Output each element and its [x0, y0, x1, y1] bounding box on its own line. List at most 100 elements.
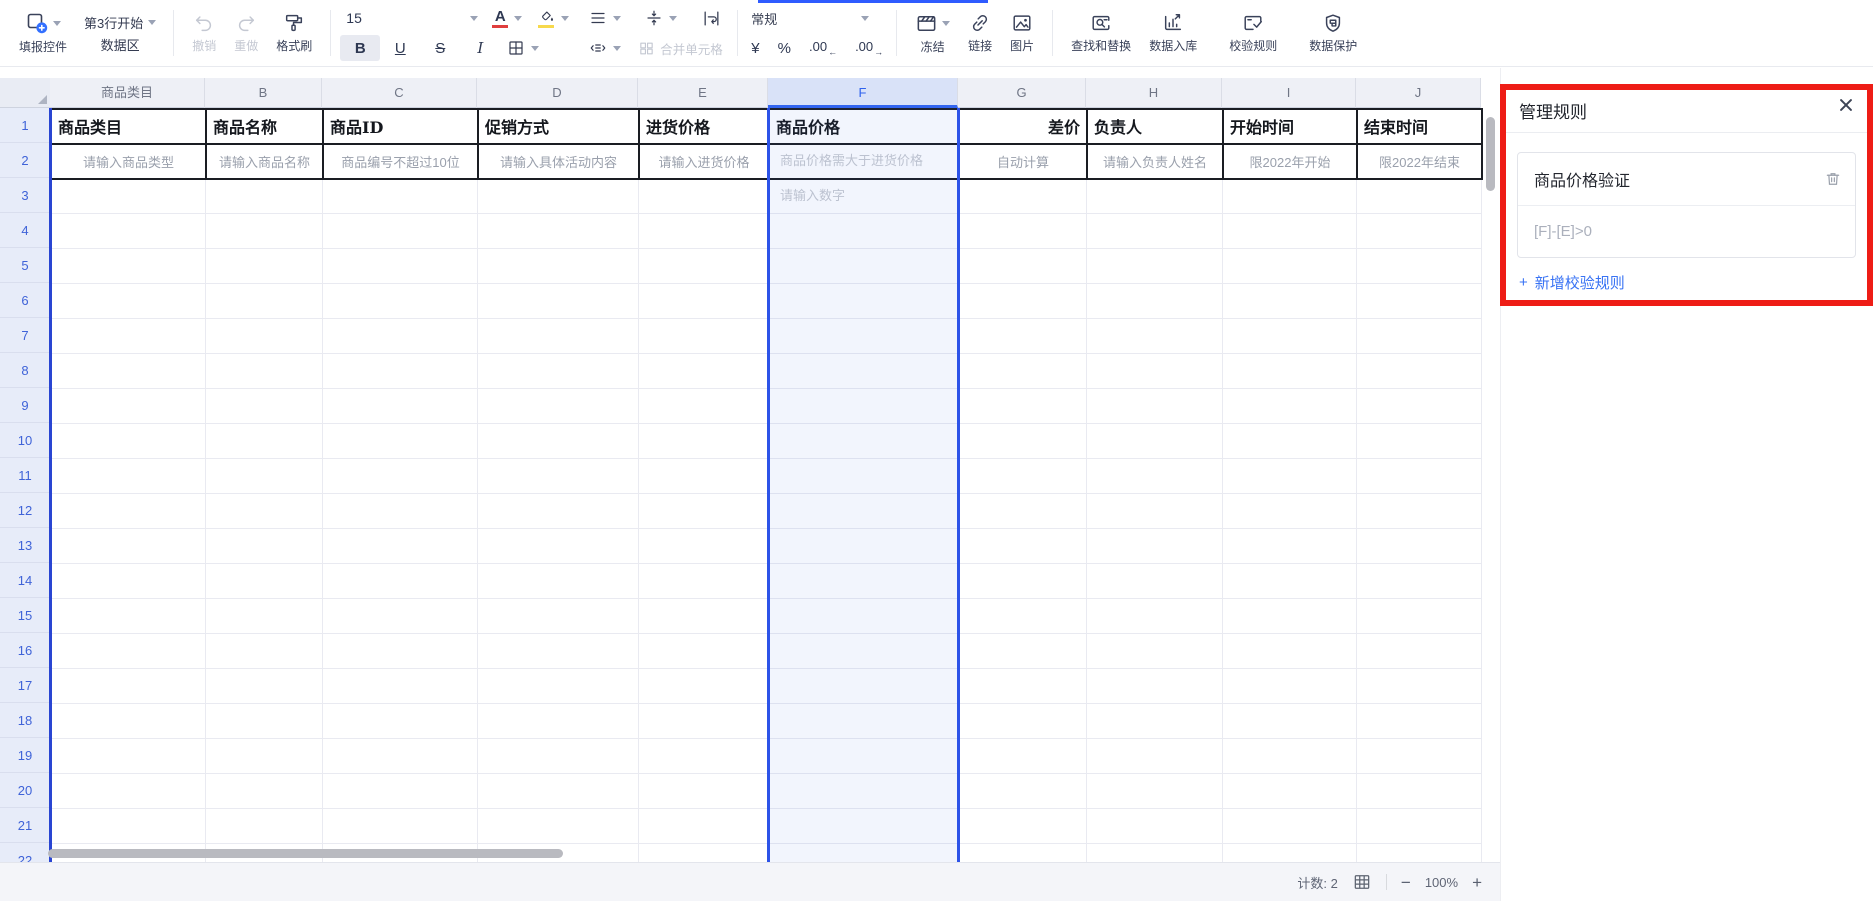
select-all-corner[interactable]	[0, 78, 50, 108]
column-header-2[interactable]: B	[205, 78, 322, 108]
row-header-19[interactable]: 19	[0, 738, 50, 773]
row-header-13[interactable]: 13	[0, 528, 50, 563]
placeholder-cell-row2-col7[interactable]: 自动计算	[958, 143, 1088, 180]
row-header-7[interactable]: 7	[0, 318, 50, 353]
freeze-button[interactable]: 冻结	[906, 12, 959, 55]
zoom-in-button[interactable]: +	[1472, 874, 1482, 891]
header-cell-负责人[interactable]: 负责人	[1086, 108, 1224, 145]
vertical-align-button[interactable]	[638, 5, 684, 31]
percent-button[interactable]: %	[778, 40, 791, 57]
image-button[interactable]: 图片	[1001, 12, 1043, 54]
selected-cell-placeholder[interactable]: 商品价格需大于进货价格	[770, 143, 966, 178]
data-protection-button[interactable]: 数据保护	[1300, 12, 1366, 54]
row-header-6[interactable]: 6	[0, 283, 50, 318]
column-header-9[interactable]: I	[1222, 78, 1356, 108]
horizontal-align-button[interactable]	[582, 5, 628, 31]
column-header-selected-6[interactable]: F	[768, 78, 958, 108]
row-header-18[interactable]: 18	[0, 703, 50, 738]
link-button[interactable]: 链接	[959, 12, 1001, 54]
row-header-22[interactable]: 22	[0, 843, 50, 862]
placeholder-cell-row2-col4[interactable]: 请输入具体活动内容	[477, 143, 640, 180]
italic-button[interactable]: I	[460, 35, 500, 61]
row-header-5[interactable]: 5	[0, 248, 50, 283]
row-header-20[interactable]: 20	[0, 773, 50, 808]
find-replace-button[interactable]: 查找和替换	[1062, 12, 1140, 54]
grid-view-icon[interactable]	[1352, 872, 1372, 892]
underline-button[interactable]: U	[380, 35, 420, 61]
column-header-1[interactable]: 商品类目	[50, 78, 205, 108]
placeholder-cell-row2-col10[interactable]: 限2022年结束	[1356, 143, 1483, 180]
header-cell-差价[interactable]: 差价	[958, 108, 1088, 145]
data-zone-dropdown[interactable]: 第3行开始 数据区	[76, 13, 164, 54]
number-format-dropdown[interactable]: 常规	[747, 9, 873, 28]
placeholder-cell-row2-col1[interactable]: 请输入商品类型	[50, 143, 207, 180]
strikethrough-label: S	[435, 40, 445, 57]
header-cell-商品类目[interactable]: 商品类目	[50, 108, 207, 145]
placeholder-cell-row2-col9[interactable]: 限2022年开始	[1222, 143, 1358, 180]
decrease-decimal-label: .00	[809, 39, 827, 54]
row-header-17[interactable]: 17	[0, 668, 50, 703]
placeholder-cell-row2-col2[interactable]: 请输入商品名称	[205, 143, 324, 180]
decrease-decimal-button[interactable]: .00←	[809, 39, 837, 57]
indent-button[interactable]	[582, 35, 628, 61]
add-validation-rule-button[interactable]: + 新增校验规则	[1519, 272, 1625, 293]
placeholder-cell-row2-col8[interactable]: 请输入负责人姓名	[1086, 143, 1224, 180]
header-cell-结束时间[interactable]: 结束时间	[1356, 108, 1483, 145]
header-cell-促销方式[interactable]: 促销方式	[477, 108, 640, 145]
spreadsheet-grid[interactable]: 商品类目BCDEFGHIJ123456789101112131415161718…	[0, 68, 1500, 862]
increase-decimal-button[interactable]: .00→	[855, 39, 883, 57]
close-icon[interactable]	[1837, 96, 1855, 114]
zoom-level[interactable]: 100%	[1425, 875, 1458, 890]
row-header-11[interactable]: 11	[0, 458, 50, 493]
strikethrough-button[interactable]: S	[420, 35, 460, 61]
row-header-10[interactable]: 10	[0, 423, 50, 458]
horizontal-scrollbar-thumb[interactable]	[48, 849, 563, 858]
column-header-5[interactable]: E	[638, 78, 768, 108]
row-header-21[interactable]: 21	[0, 808, 50, 843]
row-header-2[interactable]: 2	[0, 143, 50, 178]
header-cell-商品ID[interactable]: 商品ID	[322, 108, 479, 145]
align-lines-icon	[589, 9, 607, 27]
validation-rules-button[interactable]: 校验规则	[1220, 12, 1286, 54]
gridline	[50, 633, 1481, 634]
row-header-8[interactable]: 8	[0, 353, 50, 388]
rule-formula[interactable]: [F]-[E]>0	[1518, 206, 1855, 258]
currency-button[interactable]: ¥	[751, 40, 759, 57]
format-painter-button[interactable]: 格式刷	[267, 12, 321, 54]
chevron-down-icon	[148, 20, 156, 25]
row-header-4[interactable]: 4	[0, 213, 50, 248]
row-header-14[interactable]: 14	[0, 563, 50, 598]
column-header-4[interactable]: D	[477, 78, 638, 108]
row-header-12[interactable]: 12	[0, 493, 50, 528]
column-header-8[interactable]: H	[1086, 78, 1222, 108]
data-store-button[interactable]: 数据入库	[1140, 12, 1206, 54]
placeholder-cell-row2-col3[interactable]: 商品编号不超过10位	[322, 143, 479, 180]
column-header-3[interactable]: C	[322, 78, 477, 108]
placeholder-cell-row2-col5[interactable]: 请输入进货价格	[638, 143, 770, 180]
undo-button[interactable]: 撤销	[183, 12, 225, 54]
font-size-dropdown[interactable]: 15	[340, 10, 484, 26]
header-cell-商品名称[interactable]: 商品名称	[205, 108, 324, 145]
row-header-16[interactable]: 16	[0, 633, 50, 668]
borders-button[interactable]	[500, 35, 546, 61]
row-header-15[interactable]: 15	[0, 598, 50, 633]
bold-button[interactable]: B	[340, 35, 380, 61]
column-header-10[interactable]: J	[1356, 78, 1481, 108]
row-header-1[interactable]: 1	[0, 108, 50, 143]
trash-icon[interactable]	[1824, 170, 1842, 188]
wrap-text-button[interactable]	[694, 5, 728, 31]
row-header-3[interactable]: 3	[0, 178, 50, 213]
fill-widget-button[interactable]: 填报控件	[10, 11, 76, 55]
fill-color-button[interactable]	[530, 5, 576, 31]
link-label: 链接	[968, 37, 992, 54]
merge-cells-button[interactable]: 合并单元格	[638, 39, 723, 58]
redo-button[interactable]: 重做	[225, 12, 267, 54]
font-color-button[interactable]: A	[484, 5, 530, 31]
column-header-7[interactable]: G	[958, 78, 1086, 108]
zoom-out-button[interactable]: −	[1401, 874, 1411, 891]
selected-cell-row3-placeholder[interactable]: 请输入数字	[770, 178, 966, 213]
header-cell-开始时间[interactable]: 开始时间	[1222, 108, 1358, 145]
header-cell-进货价格[interactable]: 进货价格	[638, 108, 770, 145]
row-header-9[interactable]: 9	[0, 388, 50, 423]
vertical-scrollbar-thumb[interactable]	[1486, 117, 1495, 191]
